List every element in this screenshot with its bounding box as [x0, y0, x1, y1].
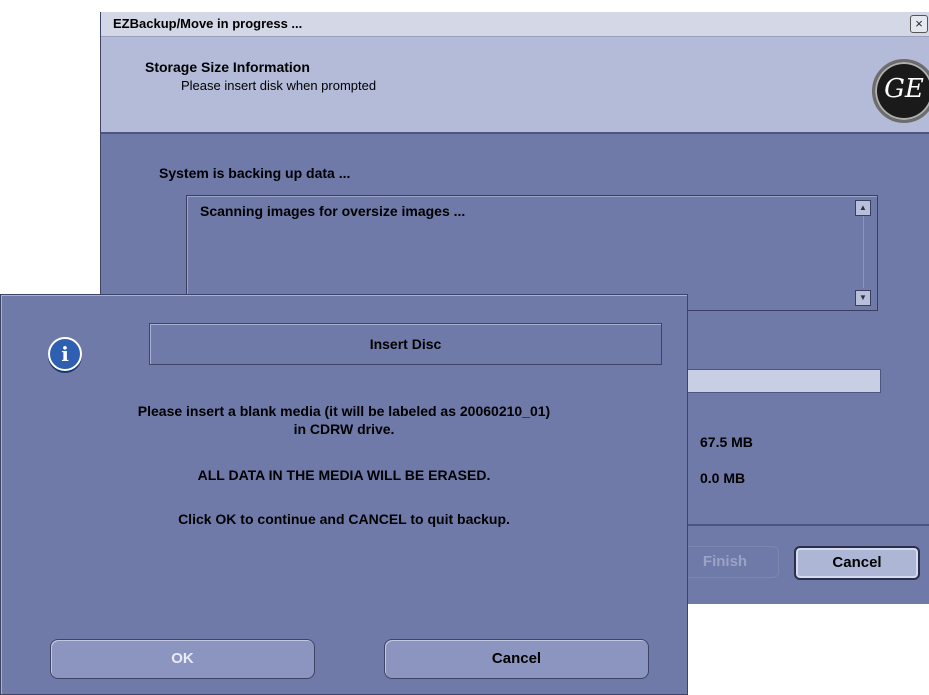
cancel-backup-button[interactable]: Cancel	[794, 546, 920, 580]
window-titlebar: EZBackup/Move in progress ... ×	[101, 12, 929, 37]
dialog-warning: ALL DATA IN THE MEDIA WILL BE ERASED.	[197, 467, 491, 483]
progress-bar	[661, 369, 881, 393]
scroll-track[interactable]	[863, 216, 864, 288]
dialog-title: Insert Disc	[149, 323, 662, 365]
scroll-up-icon[interactable]: ▲	[855, 200, 871, 216]
ge-logo-text: GE	[884, 74, 924, 104]
close-icon[interactable]: ×	[910, 15, 928, 33]
header-panel: Storage Size Information Please insert d…	[101, 37, 929, 134]
cancel-button[interactable]: Cancel	[384, 639, 649, 679]
ok-button[interactable]: OK	[50, 639, 315, 679]
window-title: EZBackup/Move in progress ...	[113, 16, 303, 31]
insert-disc-dialog: i Insert Disc Please insert a blank medi…	[0, 294, 688, 695]
log-line: Scanning images for oversize images ...	[200, 203, 466, 219]
scroll-down-icon[interactable]: ▼	[855, 290, 871, 306]
total-size-value: 67.5 MB	[700, 434, 753, 450]
ge-logo: GE	[872, 59, 929, 123]
header-subtitle: Please insert disk when prompted	[181, 78, 377, 93]
header-title: Storage Size Information	[145, 59, 310, 75]
used-size-value: 0.0 MB	[700, 470, 746, 486]
dialog-instructions: Click OK to continue and CANCEL to quit …	[178, 511, 510, 527]
status-text: System is backing up data ...	[159, 165, 351, 181]
dialog-message-line1: Please insert a blank media (it will be …	[137, 403, 551, 419]
dialog-message-line2: in CDRW drive.	[293, 421, 395, 437]
info-icon: i	[48, 337, 82, 371]
